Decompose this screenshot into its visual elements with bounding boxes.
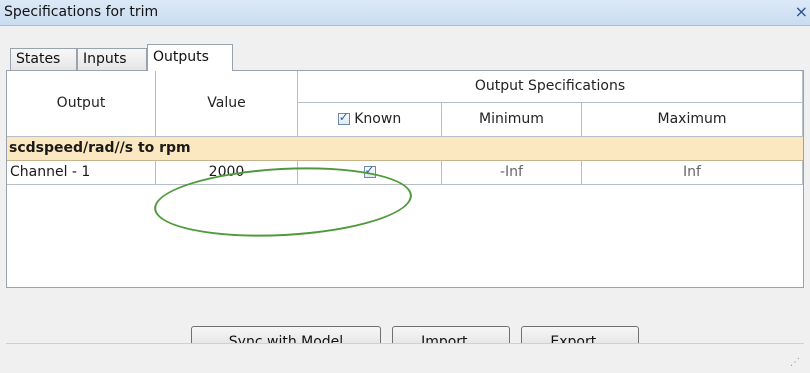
resize-grip-icon[interactable]: ⋰ xyxy=(790,357,800,368)
close-icon[interactable]: × xyxy=(795,2,808,21)
tab-states[interactable]: States xyxy=(10,48,77,70)
check-icon: ✓ xyxy=(338,110,349,124)
cell-minimum[interactable]: -Inf xyxy=(442,161,582,185)
column-header-output[interactable]: Output xyxy=(7,71,156,137)
column-group-output-specifications: Output Specifications xyxy=(298,71,803,103)
column-header-value[interactable]: Value xyxy=(156,71,298,137)
column-header-known[interactable]: ✓ Known xyxy=(298,103,442,137)
tab-inputs[interactable]: Inputs xyxy=(77,48,147,70)
main-panel: States Inputs Outputs Output Value Outpu… xyxy=(0,26,810,373)
group-row-label: scdspeed/rad//s to rpm xyxy=(7,137,803,161)
window-title: Specifications for trim xyxy=(4,4,159,20)
check-icon: ✓ xyxy=(364,163,375,177)
outputs-table-container: Output Value Output Specifications ✓ Kno… xyxy=(6,70,804,288)
status-bar: ⋰ xyxy=(6,343,804,370)
cell-maximum[interactable]: Inf xyxy=(582,161,803,185)
tab-outputs[interactable]: Outputs xyxy=(147,44,233,71)
title-bar: Specifications for trim × xyxy=(0,0,810,26)
column-header-maximum[interactable]: Maximum xyxy=(582,103,803,137)
cell-output-name[interactable]: Channel - 1 xyxy=(7,161,156,185)
cell-known[interactable]: ✓ xyxy=(298,161,442,185)
outputs-table: Output Value Output Specifications ✓ Kno… xyxy=(7,71,803,287)
column-header-minimum[interactable]: Minimum xyxy=(442,103,582,137)
cell-value-input[interactable]: 2000 xyxy=(156,161,298,185)
known-checkbox[interactable]: ✓ xyxy=(363,163,376,178)
known-header-label: Known xyxy=(354,111,402,127)
known-header-checkbox[interactable]: ✓ xyxy=(337,110,350,125)
